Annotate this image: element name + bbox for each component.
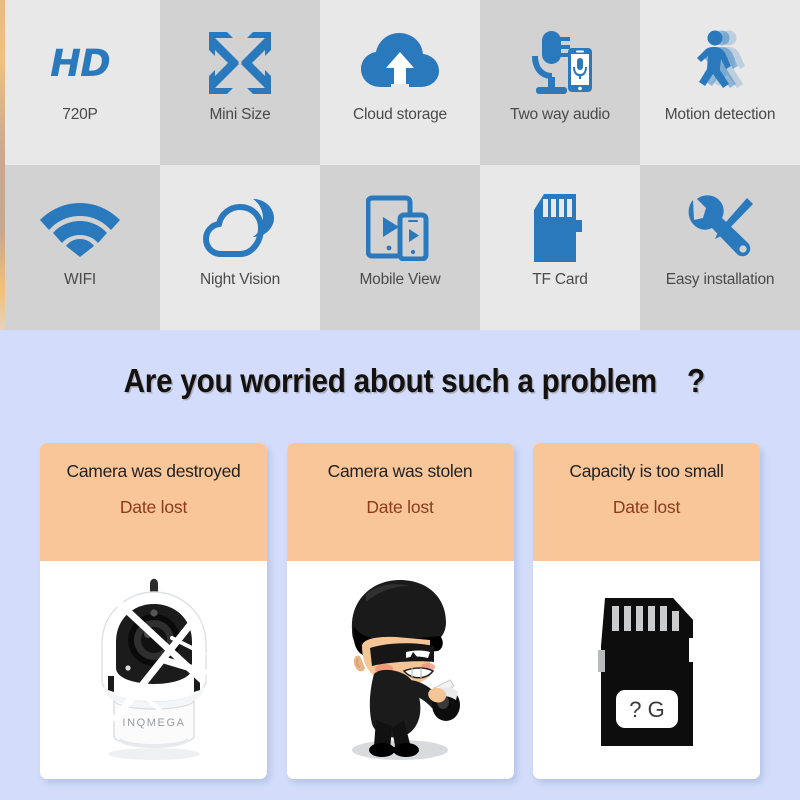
feature-tile-wifi[interactable]: WIFI (0, 165, 160, 330)
feature-tile-two-way-audio[interactable]: Two way audio (480, 0, 640, 165)
problem-card-camera-destroyed[interactable]: Camera was destroyed Date lost INQMEGA (40, 443, 267, 779)
card-title: Camera was stolen (327, 461, 473, 481)
card-header: Capacity is too small Date lost (533, 443, 760, 561)
card-subtitle: Date lost (119, 497, 188, 517)
feature-label: 720P (62, 106, 98, 123)
tablet-phone-play-icon (366, 191, 434, 265)
cloud-upload-icon (361, 26, 439, 100)
feature-tile-tf-card[interactable]: TF Card (480, 165, 640, 330)
feature-label: TF Card (532, 271, 588, 288)
wrench-screwdriver-icon (685, 191, 755, 265)
card-header: Camera was stolen Date lost (286, 443, 514, 561)
card-subtitle: Date lost (612, 497, 681, 517)
feature-label: Easy installation (665, 271, 775, 288)
card-header: Camera was destroyed Date lost (40, 443, 267, 561)
walking-person-icon (685, 26, 755, 100)
minimize-arrows-icon (205, 26, 275, 100)
card-image-burglar (286, 561, 514, 779)
hd-icon: HD (50, 26, 111, 100)
left-edge-strip (0, 0, 5, 330)
wifi-icon (40, 191, 120, 265)
sd-card-capacity-label: ? G (629, 697, 664, 722)
feature-label: Cloud storage (353, 106, 447, 123)
card-title: Capacity is too small (569, 461, 724, 481)
feature-tile-motion-detection[interactable]: Motion detection (640, 0, 800, 165)
problem-card-capacity-small[interactable]: Capacity is too small Date lost ? G (533, 443, 760, 779)
hd-icon-text: HD (50, 41, 111, 85)
problem-cards-row: Camera was destroyed Date lost INQMEGA C… (40, 443, 760, 779)
card-image-broken-camera: INQMEGA (40, 561, 267, 779)
feature-label: Two way audio (510, 106, 610, 123)
card-subtitle: Date lost (366, 497, 434, 517)
feature-tile-720p[interactable]: HD 720P (0, 0, 160, 165)
feature-label: Night Vision (199, 271, 281, 288)
card-title: Camera was destroyed (66, 461, 241, 481)
microphone-phone-icon (524, 26, 596, 100)
feature-label: Mobile View (359, 271, 441, 288)
feature-tile-night-vision[interactable]: Night Vision (160, 165, 320, 330)
sd-card-icon (534, 191, 586, 265)
product-feature-page: HD 720P Mini Size Cloud storage Two way … (0, 0, 800, 800)
feature-grid: HD 720P Mini Size Cloud storage Two way … (0, 0, 800, 330)
feature-label: WIFI (64, 271, 96, 288)
headline-container: Are you worried about such a problem? (0, 362, 800, 400)
problem-card-camera-stolen[interactable]: Camera was stolen Date lost (286, 443, 514, 779)
card-image-sd-card: ? G (533, 561, 760, 779)
cloud-moon-icon (203, 191, 277, 265)
headline-text: Are you worried about such a problem (123, 362, 657, 399)
camera-brand-label: INQMEGA (122, 717, 185, 729)
feature-tile-easy-installation[interactable]: Easy installation (640, 165, 800, 330)
feature-tile-mini-size[interactable]: Mini Size (160, 0, 320, 165)
feature-tile-mobile-view[interactable]: Mobile View (320, 165, 480, 330)
feature-tile-cloud-storage[interactable]: Cloud storage (320, 0, 480, 165)
feature-label: Motion detection (664, 106, 776, 123)
headline-question-mark: ? (687, 362, 706, 399)
feature-label: Mini Size (209, 106, 271, 123)
